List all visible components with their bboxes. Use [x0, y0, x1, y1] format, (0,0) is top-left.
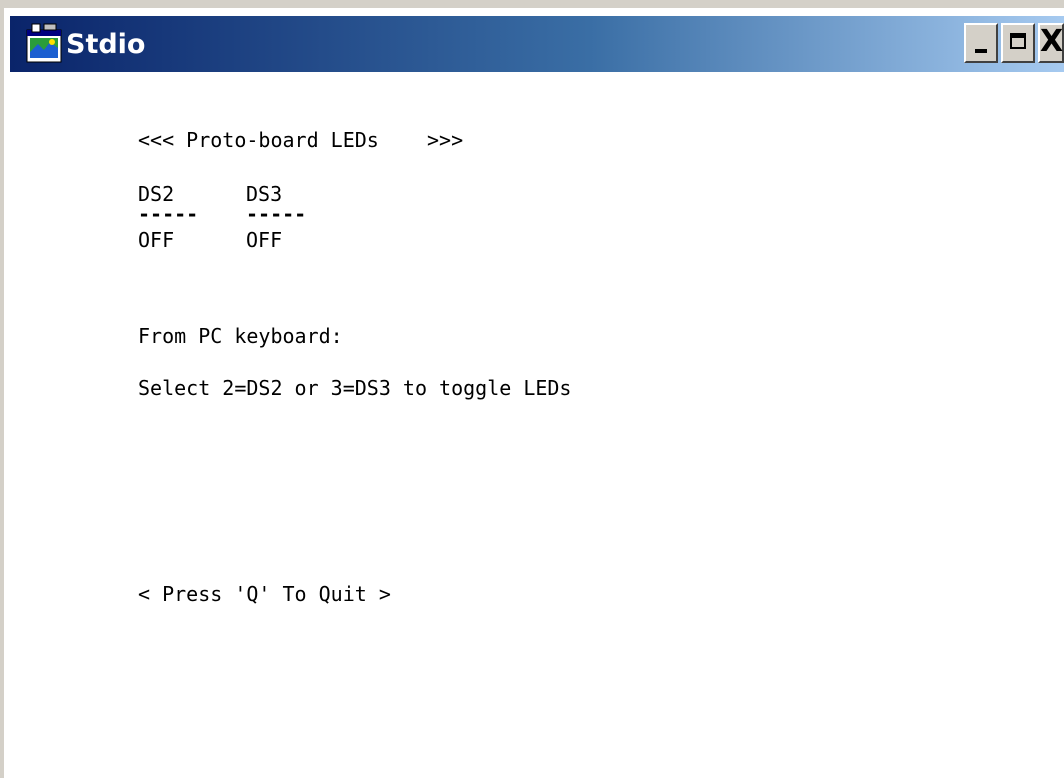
quit-prompt: < Press 'Q' To Quit > [138, 582, 391, 606]
console-output: <<< Proto-board LEDs >>> DS2 DS3 ----- -… [138, 128, 571, 606]
led-ds2-state: OFF [138, 228, 175, 252]
console-app-icon[interactable] [24, 22, 64, 66]
console-app-icon-graphic [26, 23, 62, 63]
caption-buttons: X [961, 23, 1064, 63]
window-title: Stdio [66, 28, 146, 60]
instructions-text: Select 2=DS2 or 3=DS3 to toggle LEDs [138, 376, 572, 400]
stdio-window: Stdio X <<< Proto-board LEDs >>> DS2 DS3… [0, 0, 1064, 778]
led-ds3-state: OFF [246, 228, 283, 252]
console-header: <<< Proto-board LEDs >>> [138, 128, 464, 152]
led-ds2-underline: ----- [138, 202, 199, 226]
maximize-button[interactable] [1001, 23, 1035, 63]
close-button[interactable]: X [1038, 23, 1064, 63]
title-bar[interactable]: Stdio X [10, 16, 1064, 72]
led-ds3-underline: ----- [246, 202, 307, 226]
minimize-button[interactable] [964, 23, 998, 63]
instructions-title: From PC keyboard: [138, 324, 343, 348]
